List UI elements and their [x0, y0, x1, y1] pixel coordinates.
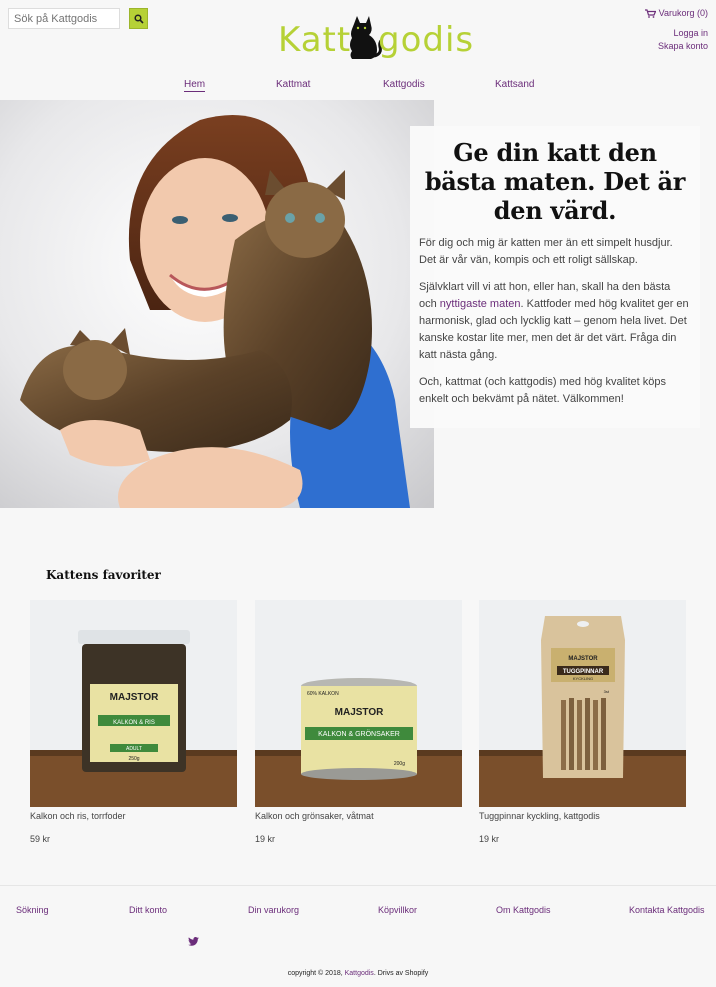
footer-divider: [0, 885, 716, 886]
create-account-link[interactable]: Skapa konto: [658, 40, 708, 53]
hero-paragraph-3: Och, kattmat (och kattgodis) med hög kva…: [419, 376, 667, 405]
hero-image: [0, 100, 434, 508]
footer-link-kopvillkor[interactable]: Köpvillkor: [378, 905, 417, 915]
product-name[interactable]: Kalkon och grönsaker, våtmat: [255, 811, 462, 821]
logo-text-left: Katt: [278, 20, 352, 60]
product-image[interactable]: MAJSTOR KALKON & GRÖNSAKER 60% KALKON 20…: [255, 600, 462, 807]
cart-label: Varukorg (0): [658, 8, 708, 18]
label-extra: ADULT: [126, 746, 142, 752]
label-sub: TUGGPINNAR: [563, 669, 604, 675]
label-brand: MAJSTOR: [335, 707, 384, 718]
logo-text-right: godis: [378, 20, 475, 60]
copyright-prefix: copyright © 2018,: [287, 970, 345, 977]
copyright-suffix: . Drivs av Shopify: [373, 970, 429, 977]
login-link[interactable]: Logga in: [658, 27, 708, 40]
product-card[interactable]: MAJSTOR KALKON & RIS ADULT 250g Kalkon o…: [30, 600, 237, 844]
search-icon: [133, 13, 144, 24]
label-brand: MAJSTOR: [568, 656, 598, 662]
product-price: 59 kr: [30, 834, 51, 844]
twitter-icon: [188, 937, 199, 946]
favorites-title: Kattens favoriter: [46, 568, 161, 582]
nav-item-hem[interactable]: Hem: [184, 79, 206, 92]
product-image[interactable]: MAJSTOR KALKON & RIS ADULT 250g: [30, 600, 237, 807]
hero-paragraph-2: Självklart vill vi att hon, eller han, s…: [419, 279, 691, 364]
copyright: copyright © 2018, Kattgodis. Drivs av Sh…: [0, 970, 716, 977]
site-logo[interactable]: Katt godis: [278, 14, 473, 72]
nav-item-kattsand[interactable]: Kattsand: [495, 79, 534, 90]
footer-link-sokning[interactable]: Sökning: [16, 905, 49, 915]
footer-link-om-kattgodis[interactable]: Om Kattgodis: [496, 905, 551, 915]
twitter-link[interactable]: [188, 933, 199, 951]
hero-heading: Ge din katt den bästa maten. Det är den …: [424, 138, 686, 225]
product-name[interactable]: Kalkon och ris, torrfoder: [30, 811, 237, 821]
copyright-store-link[interactable]: Kattgodis: [345, 970, 374, 977]
footer-link-kontakta[interactable]: Kontakta Kattgodis: [629, 905, 705, 915]
label-weight: 200g: [394, 761, 405, 767]
label-brand: MAJSTOR: [110, 692, 159, 703]
product-card[interactable]: MAJSTOR TUGGPINNAR KYCKLING 3st Tuggpinn…: [479, 600, 686, 844]
search-input[interactable]: [8, 8, 120, 29]
hero-text-box: Ge din katt den bästa maten. Det är den …: [410, 126, 700, 428]
cart-link[interactable]: Varukorg (0): [644, 8, 708, 18]
footer-link-ditt-konto[interactable]: Ditt konto: [129, 905, 167, 915]
label-sub: KALKON & GRÖNSAKER: [318, 730, 400, 738]
label-extra: KYCKLING: [573, 676, 593, 681]
label-weight: 3st: [604, 689, 610, 694]
footer-link-din-varukorg[interactable]: Din varukorg: [248, 905, 299, 915]
account-links: Logga in Skapa konto: [658, 27, 708, 53]
cart-icon: [644, 8, 656, 18]
product-price: 19 kr: [255, 834, 276, 844]
label-weight: 250g: [128, 756, 139, 762]
search-form: [8, 8, 148, 29]
label-extra: 60% KALKON: [307, 691, 339, 697]
search-button[interactable]: [129, 8, 148, 29]
main-nav: Hem Kattmat Kattgodis Kattsand: [0, 79, 716, 95]
hero-paragraph-1: För dig och mig är katten mer än ett sim…: [419, 237, 673, 266]
nav-item-kattgodis[interactable]: Kattgodis: [383, 79, 425, 90]
product-name[interactable]: Tuggpinnar kyckling, kattgodis: [479, 811, 686, 821]
product-card[interactable]: MAJSTOR KALKON & GRÖNSAKER 60% KALKON 20…: [255, 600, 462, 844]
nyttigaste-maten-link[interactable]: nyttigaste maten: [440, 298, 521, 310]
nav-item-kattmat[interactable]: Kattmat: [276, 79, 310, 90]
label-sub: KALKON & RIS: [113, 720, 155, 726]
product-image[interactable]: MAJSTOR TUGGPINNAR KYCKLING 3st: [479, 600, 686, 807]
product-price: 19 kr: [479, 834, 500, 844]
